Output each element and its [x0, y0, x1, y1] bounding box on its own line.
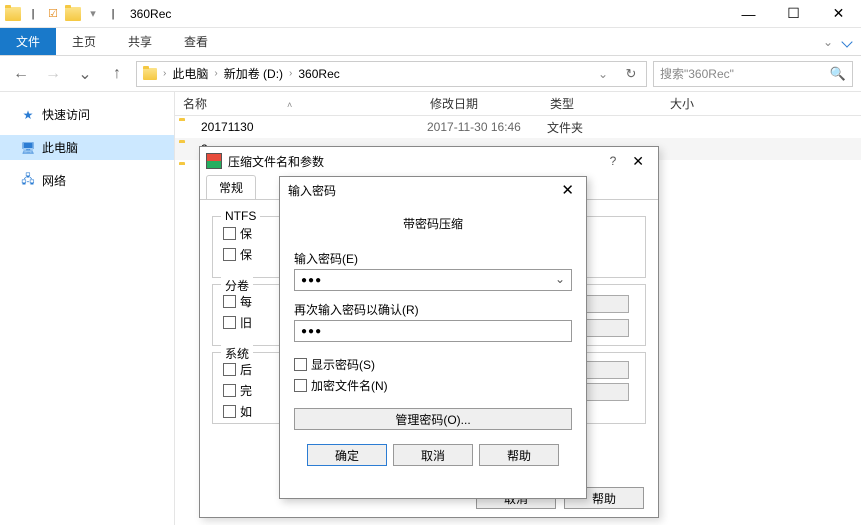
history-dropdown[interactable]: ⌄	[72, 61, 98, 87]
help-icon[interactable]	[841, 36, 852, 47]
address-segment[interactable]: 新加卷 (D:)	[220, 65, 287, 82]
address-segment[interactable]: 360Rec	[294, 67, 343, 81]
column-size[interactable]: 大小	[670, 95, 770, 112]
folder-icon	[179, 164, 197, 178]
ribbon-tab-file[interactable]: 文件	[0, 28, 56, 55]
password-dialog: 输入密码 ✕ 带密码压缩 输入密码(E) ●●● 再次输入密码以确认(R) ●●…	[279, 176, 587, 499]
title-bar: | ☑ ▾ | 360Rec — ☐ ✕	[0, 0, 861, 28]
network-icon: 🖧	[20, 173, 36, 189]
encrypt-filenames-checkbox[interactable]: 加密文件名(N)	[294, 375, 572, 396]
search-placeholder: 搜索"360Rec"	[660, 65, 734, 82]
file-name: 20171130	[197, 120, 427, 134]
up-button[interactable]: ↑	[104, 61, 130, 87]
sidebar: ★ 快速访问 🖥 此电脑 🖧 网络	[0, 92, 175, 525]
sidebar-item-network[interactable]: 🖧 网络	[0, 168, 174, 193]
group-title-volume: 分卷	[221, 277, 253, 294]
sidebar-item-label: 此电脑	[42, 139, 78, 156]
file-type: 文件夹	[547, 119, 667, 136]
file-date: 2017-11-30 16:46	[427, 120, 547, 134]
dropdown-icon[interactable]: ⌄	[590, 61, 616, 87]
maximize-button[interactable]: ☐	[771, 0, 816, 28]
password-input[interactable]: ●●●	[294, 269, 572, 291]
rar-icon	[206, 153, 222, 169]
side-button[interactable]	[581, 361, 629, 379]
back-button[interactable]: ←	[8, 61, 34, 87]
password-confirm-label: 再次输入密码以确认(R)	[294, 299, 572, 320]
side-button[interactable]	[581, 295, 629, 313]
ribbon-tab-home[interactable]: 主页	[56, 28, 112, 55]
ribbon-tab-share[interactable]: 共享	[112, 28, 168, 55]
folder-icon	[179, 142, 197, 156]
column-headers: 名称˄ 修改日期 类型 大小	[175, 92, 861, 116]
sidebar-item-label: 网络	[42, 172, 66, 189]
column-type[interactable]: 类型	[550, 95, 670, 112]
dialog-title-bar[interactable]: 压缩文件名和参数 ? ✕	[200, 147, 658, 175]
folder-icon	[4, 5, 22, 23]
ribbon-tab-view[interactable]: 查看	[168, 28, 224, 55]
dialog-tab-general[interactable]: 常规	[206, 175, 256, 199]
folder-icon	[179, 120, 197, 134]
close-icon[interactable]: ✕	[624, 153, 652, 170]
sidebar-item-quick-access[interactable]: ★ 快速访问	[0, 102, 174, 127]
dialog-title: 压缩文件名和参数	[228, 153, 602, 170]
column-date[interactable]: 修改日期	[430, 95, 550, 112]
column-name[interactable]: 名称˄	[175, 95, 430, 112]
close-button[interactable]: ✕	[816, 0, 861, 28]
ribbon: 文件 主页 共享 查看 ⌄	[0, 28, 861, 56]
search-input[interactable]: 搜索"360Rec" 🔍	[653, 61, 853, 87]
cancel-button[interactable]: 取消	[393, 444, 473, 466]
group-title-ntfs: NTFS	[221, 209, 260, 223]
dialog-heading: 带密码压缩	[294, 211, 572, 248]
pc-icon: 🖥	[20, 140, 36, 156]
manage-passwords-button[interactable]: 管理密码(O)...	[294, 408, 572, 430]
password-label: 输入密码(E)	[294, 248, 572, 269]
folder-icon	[139, 68, 161, 80]
chevron-right-icon[interactable]: ›	[212, 68, 219, 79]
folder-icon	[64, 5, 82, 23]
chevron-right-icon[interactable]: ›	[287, 68, 294, 79]
sidebar-item-label: 快速访问	[42, 106, 90, 123]
help-button[interactable]: 帮助	[479, 444, 559, 466]
dialog-title-bar[interactable]: 输入密码 ✕	[280, 177, 586, 203]
side-button[interactable]	[581, 319, 629, 337]
refresh-icon[interactable]: ↻	[618, 61, 644, 87]
minimize-button[interactable]: —	[726, 0, 771, 28]
nav-toolbar: ← → ⌄ ↑ › 此电脑 › 新加卷 (D:) › 360Rec ⌄ ↻ 搜索…	[0, 56, 861, 92]
password-confirm-input[interactable]: ●●●	[294, 320, 572, 342]
divider: |	[24, 5, 42, 23]
help-icon[interactable]: ?	[602, 154, 625, 168]
show-password-checkbox[interactable]: 显示密码(S)	[294, 354, 572, 375]
sidebar-item-this-pc[interactable]: 🖥 此电脑	[0, 135, 174, 160]
file-row[interactable]: 20171130 2017-11-30 16:46 文件夹	[175, 116, 861, 138]
ribbon-expand-icon[interactable]: ⌄	[813, 35, 843, 49]
dialog-title: 输入密码	[288, 182, 557, 199]
sort-icon: ˄	[287, 100, 292, 110]
address-bar[interactable]: › 此电脑 › 新加卷 (D:) › 360Rec ⌄ ↻	[136, 61, 647, 87]
dropdown-icon[interactable]: ▾	[84, 5, 102, 23]
check-icon[interactable]: ☑	[44, 5, 62, 23]
window-title: 360Rec	[126, 7, 171, 21]
chevron-right-icon[interactable]: ›	[161, 68, 168, 79]
ok-button[interactable]: 确定	[307, 444, 387, 466]
group-title-system: 系统	[221, 345, 253, 362]
address-segment[interactable]: 此电脑	[168, 65, 212, 82]
close-icon[interactable]: ✕	[557, 181, 578, 199]
star-icon: ★	[20, 107, 36, 123]
search-icon[interactable]: 🔍	[830, 66, 846, 82]
forward-button[interactable]: →	[40, 61, 66, 87]
divider: |	[104, 5, 122, 23]
side-button[interactable]	[581, 383, 629, 401]
